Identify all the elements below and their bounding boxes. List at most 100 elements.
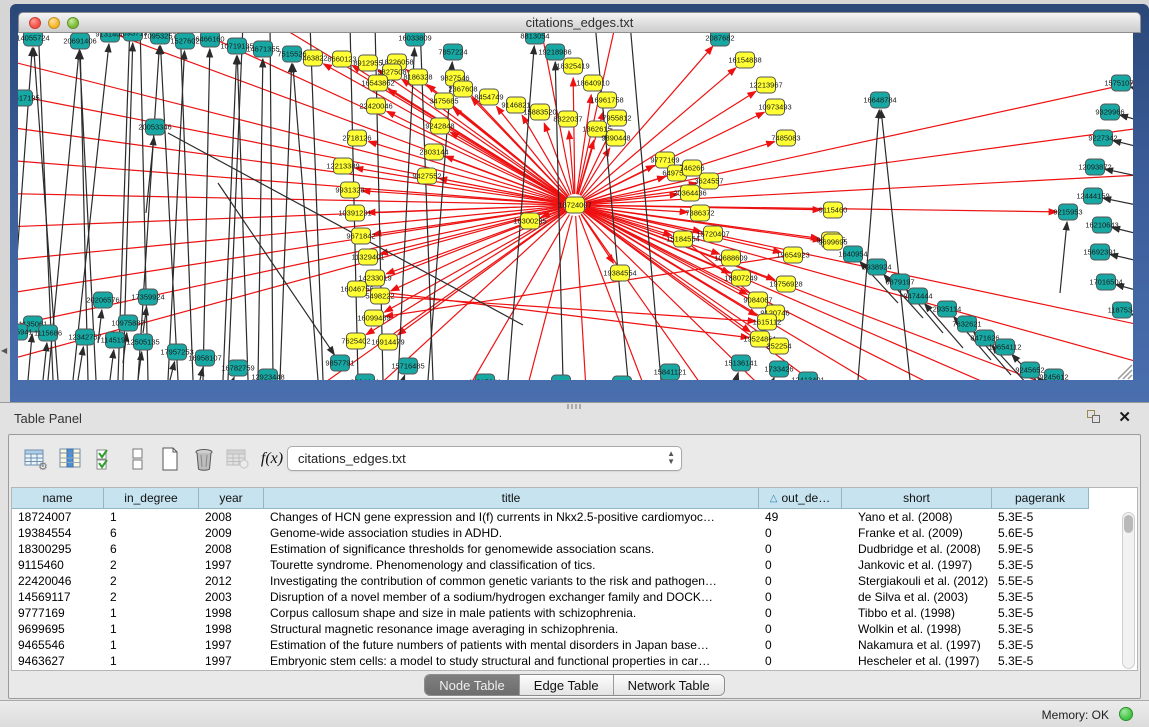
table-row[interactable]: 969969511998Structural magnetic resonanc… xyxy=(12,621,1137,637)
graph-node-teal[interactable]: 2087682 xyxy=(705,33,734,46)
window-titlebar[interactable]: citations_edges.txt xyxy=(18,12,1141,33)
column-header-in_degree[interactable]: in_degree xyxy=(104,488,199,509)
edge[interactable] xyxy=(270,33,273,380)
delete-table-button[interactable] xyxy=(189,444,219,474)
graph-node-yellow[interactable]: 19384554 xyxy=(603,265,636,281)
edge[interactable] xyxy=(363,290,749,338)
graph-node-yellow[interactable]: 16154838 xyxy=(728,52,761,68)
column-header-year[interactable]: year xyxy=(199,488,264,509)
table-row[interactable]: 1830029562008Estimation of significance … xyxy=(12,541,1137,557)
network-canvas[interactable]: 1872400774638228660123891295518226058982… xyxy=(18,33,1133,380)
graph-node-yellow[interactable]: 10688609 xyxy=(714,250,747,266)
graph-node-yellow[interactable]: 15184554 xyxy=(666,231,699,247)
graph-node-teal[interactable]: 8813054 xyxy=(520,33,549,44)
float-panel-button[interactable] xyxy=(1087,410,1103,424)
select-column-button[interactable] xyxy=(56,444,86,474)
graph-node-teal[interactable]: 16648784 xyxy=(863,92,896,108)
scrollbar-thumb[interactable] xyxy=(1124,515,1133,533)
table-row[interactable]: 2242004622012Investigating the contribut… xyxy=(12,573,1137,589)
graph-node-yellow[interactable]: 8660123 xyxy=(327,51,356,67)
graph-node-teal[interactable]: 12342757 xyxy=(68,329,101,345)
graph-node-yellow[interactable]: 9115460 xyxy=(819,202,848,218)
graph-node-teal[interactable]: 7857224 xyxy=(438,44,467,60)
edge[interactable] xyxy=(398,48,415,380)
graph-node-teal[interactable]: 16210643 xyxy=(1085,217,1118,233)
column-header-out_de[interactable]: △out_de… xyxy=(759,488,842,509)
collapse-west-arrow-icon[interactable]: ◀ xyxy=(1,346,7,355)
table-row[interactable]: 1872400712008Changes of HCN gene express… xyxy=(12,509,1137,525)
edge[interactable] xyxy=(180,33,193,380)
tab-edge-table[interactable]: Edge Table xyxy=(520,675,614,695)
graph-node-teal[interactable]: 9857791 xyxy=(325,355,354,371)
graph-node-yellow[interactable]: 18640910 xyxy=(576,75,609,91)
edge[interactable] xyxy=(573,78,575,194)
table-selector-dropdown[interactable]: citations_edges.txt ▲▼ xyxy=(287,446,682,471)
edge[interactable] xyxy=(576,216,588,380)
graph-node-yellow[interactable]: 12213967 xyxy=(749,77,782,93)
graph-node-yellow[interactable]: 252254 xyxy=(766,338,791,354)
graph-node-teal[interactable]: 17359924 xyxy=(131,289,164,305)
graph-node-yellow[interactable]: 10391231 xyxy=(338,205,371,221)
graph-node-yellow[interactable]: 9671842 xyxy=(346,228,375,244)
delete-column-button[interactable] xyxy=(223,444,253,474)
table-row[interactable]: 946362711997Embryonic stem cells: a mode… xyxy=(12,653,1137,669)
graph-node-teal[interactable]: 11015341 xyxy=(469,374,502,380)
graph-node-teal[interactable]: 17016504 xyxy=(1089,274,1122,290)
table-row[interactable]: 1456911722003Disruption of a novel membe… xyxy=(12,589,1137,605)
graph-node-teal[interactable]: 12923448 xyxy=(251,369,284,380)
graph-node-teal[interactable]: 9329966 xyxy=(1095,104,1124,120)
edge[interactable] xyxy=(858,110,879,380)
graph-node-teal[interactable]: 12451012 xyxy=(544,375,577,380)
edge[interactable] xyxy=(258,59,263,380)
edge[interactable] xyxy=(168,51,184,380)
edge[interactable] xyxy=(161,46,178,380)
graph-node-teal[interactable]: 9604141 xyxy=(350,374,379,380)
graph-node-yellow[interactable]: 9242848 xyxy=(425,118,454,134)
table-row[interactable]: 977716911998Corpus callosum shape and si… xyxy=(12,605,1137,621)
graph-node-yellow[interactable]: 9931328 xyxy=(335,182,364,198)
graph-node-teal[interactable]: 15136141 xyxy=(724,355,757,371)
graph-node-yellow[interactable]: 2803144 xyxy=(419,144,448,160)
graph-node-teal[interactable]: 10621334 xyxy=(605,376,638,380)
graph-node-teal[interactable]: 15841121 xyxy=(654,364,687,380)
graph-node-teal[interactable]: 7632621 xyxy=(952,316,981,332)
edge[interactable] xyxy=(203,49,210,380)
graph-node-teal[interactable]: 12444159 xyxy=(1076,188,1109,204)
edge[interactable] xyxy=(1060,222,1067,293)
graph-node-teal[interactable]: 9215953 xyxy=(1053,204,1082,220)
edge[interactable] xyxy=(280,64,292,380)
graph-node-teal[interactable]: 15716485 xyxy=(391,358,424,374)
tab-node-table[interactable]: Node Table xyxy=(425,675,520,695)
graph-node-teal[interactable]: 10975887 xyxy=(111,315,144,331)
edge[interactable] xyxy=(386,296,756,321)
table-row[interactable]: 911546021997Tourette syndrome. Phenomeno… xyxy=(12,557,1137,573)
edge[interactable] xyxy=(773,378,774,380)
graph-node-teal[interactable]: 1640954 xyxy=(838,246,867,262)
close-panel-button[interactable]: ✕ xyxy=(1118,408,1131,426)
edge[interactable] xyxy=(78,347,83,380)
graph-node-teal[interactable]: 12413401 xyxy=(791,372,824,380)
edge[interactable] xyxy=(293,64,318,380)
table-settings-button[interactable]: ⚙ xyxy=(21,444,51,474)
edge[interactable] xyxy=(736,373,738,380)
function-builder-button[interactable]: f(x) xyxy=(257,444,287,474)
graph-node-teal[interactable]: 1733426 xyxy=(764,361,793,377)
graph-node-teal[interactable]: 2935114 xyxy=(933,301,962,317)
graph-node-teal[interactable]: 16033809 xyxy=(398,33,431,46)
edge[interactable] xyxy=(43,343,47,380)
graph-node-teal[interactable]: 16782759 xyxy=(221,360,254,376)
edge[interactable] xyxy=(170,362,175,380)
select-all-button[interactable] xyxy=(91,444,121,474)
graph-node-yellow[interactable]: 16961758 xyxy=(590,92,623,108)
table-row[interactable]: 946554611997Estimation of the future num… xyxy=(12,637,1137,653)
edge[interactable] xyxy=(18,207,564,298)
column-header-short[interactable]: short xyxy=(842,488,992,509)
graph-node-yellow[interactable]: 7625402 xyxy=(341,333,370,349)
table-row[interactable]: 1938455462009Genome-wide association stu… xyxy=(12,525,1137,541)
deselect-all-button[interactable] xyxy=(123,444,153,474)
edge[interactable] xyxy=(200,368,203,380)
edge[interactable] xyxy=(233,377,234,380)
edge[interactable] xyxy=(110,350,114,380)
edge[interactable] xyxy=(18,206,564,263)
edge[interactable] xyxy=(18,123,564,204)
